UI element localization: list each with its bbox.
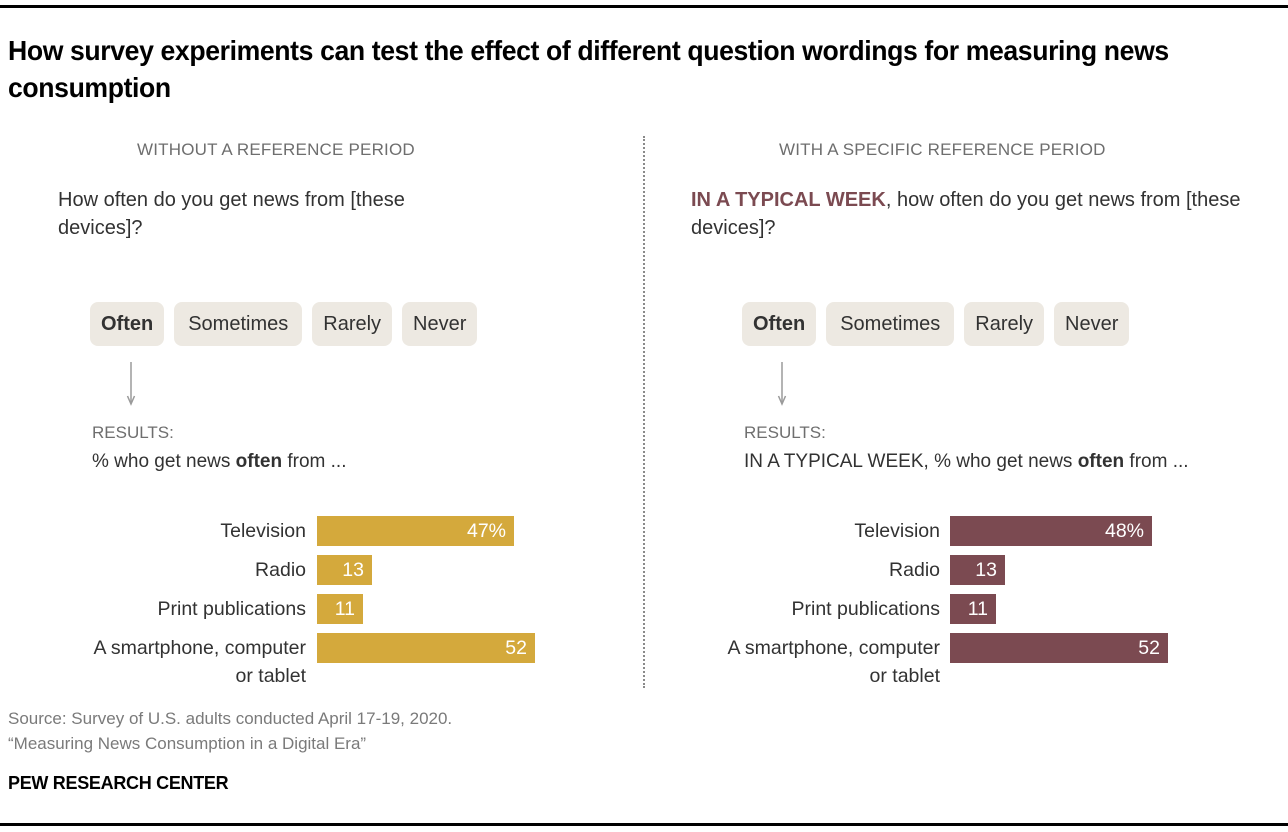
bar-category-label: A smartphone, computer or tablet (728, 634, 940, 690)
results-subtitle: IN A TYPICAL WEEK, % who get news often … (744, 451, 1189, 473)
results-bold: often (1077, 451, 1125, 472)
bar-value-label: 47% (466, 520, 506, 542)
source-note: Source: Survey of U.S. adults conducted … (8, 706, 452, 756)
bar-category-label-line: A smartphone, computer (727, 637, 940, 659)
bar: 52 (317, 633, 535, 663)
bar-category-label-line: Radio (255, 559, 306, 581)
bar-value-label: 11 (334, 598, 355, 620)
choice-rarely: Rarely (964, 302, 1045, 346)
bar-value-label: 52 (1138, 637, 1160, 659)
question-text: IN A TYPICAL WEEK, how often do you get … (691, 186, 1261, 242)
arrow-down-icon (126, 362, 136, 406)
bar-category-label-line: A smartphone, computer (93, 637, 306, 659)
results-suffix: from ... (1124, 451, 1189, 472)
bar-category-label-line: or tablet (235, 665, 306, 687)
question-text: How often do you get news from [these de… (58, 186, 488, 242)
choice-often: Often (90, 302, 165, 346)
choice-often: Often (742, 302, 817, 346)
bar-category-label: Television (854, 517, 940, 545)
panel-heading: WITHOUT A REFERENCE PERIOD (137, 140, 415, 159)
question-accent: IN A TYPICAL WEEK (691, 189, 886, 211)
bar-category-label: Radio (889, 556, 940, 584)
bar: 48% (950, 516, 1152, 546)
results-label: RESULTS: (744, 423, 826, 442)
results-prefix: IN A TYPICAL WEEK, % who get news (744, 451, 1078, 472)
bar-value-label: 48% (1104, 520, 1144, 542)
choice-sometimes: Sometimes (826, 302, 955, 346)
bar: 52 (950, 633, 1168, 663)
bar: 13 (950, 555, 1005, 585)
bar-category-label-line: Radio (889, 559, 940, 581)
source-line-1: Source: Survey of U.S. adults conducted … (8, 709, 453, 728)
question-body: How often do you get news from [these de… (58, 189, 405, 239)
results-bold: often (235, 451, 283, 472)
bar: 13 (317, 555, 372, 585)
bar-category-label-line: Print publications (157, 598, 307, 620)
results-subtitle: % who get news often from ... (92, 451, 346, 473)
arrow-down-icon (777, 362, 787, 406)
results-label: RESULTS: (92, 423, 174, 442)
brand-logo-text: PEW RESEARCH CENTER (8, 773, 229, 793)
results-prefix: % who get news (92, 451, 236, 472)
bar-category-label: Print publications (158, 595, 307, 623)
bar: 11 (950, 594, 996, 624)
bar-value-label: 13 (975, 559, 997, 581)
source-line-2: “Measuring News Consumption in a Digital… (8, 734, 367, 753)
bar-category-label-line: or tablet (869, 665, 940, 687)
choice-never: Never (402, 302, 478, 346)
panel-divider (643, 136, 645, 688)
choice-sometimes: Sometimes (174, 302, 303, 346)
bottom-rule (0, 823, 1288, 826)
bar-category-label: Television (220, 517, 306, 545)
choice-rarely: Rarely (312, 302, 393, 346)
bar: 47% (317, 516, 514, 546)
bar-value-label: 52 (505, 637, 527, 659)
bar-value-label: 13 (342, 559, 364, 581)
bar-category-label: Radio (255, 556, 306, 584)
bar-category-label-line: Television (854, 520, 940, 542)
panel-heading: WITH A SPECIFIC REFERENCE PERIOD (779, 140, 1106, 159)
response-choices: Often Sometimes Rarely Never (742, 302, 1130, 346)
bar-category-label: A smartphone, computer or tablet (94, 634, 306, 690)
bar-category-label-line: Television (220, 520, 306, 542)
bar-category-label: Print publications (792, 595, 941, 623)
choice-never: Never (1054, 302, 1130, 346)
response-choices: Often Sometimes Rarely Never (90, 302, 478, 346)
bar: 11 (317, 594, 363, 624)
bar-value-label: 11 (967, 598, 988, 620)
bar-category-label-line: Print publications (791, 598, 941, 620)
results-suffix: from ... (282, 451, 347, 472)
top-rule (0, 5, 1288, 8)
chart-title: How survey experiments can test the effe… (8, 35, 1169, 103)
